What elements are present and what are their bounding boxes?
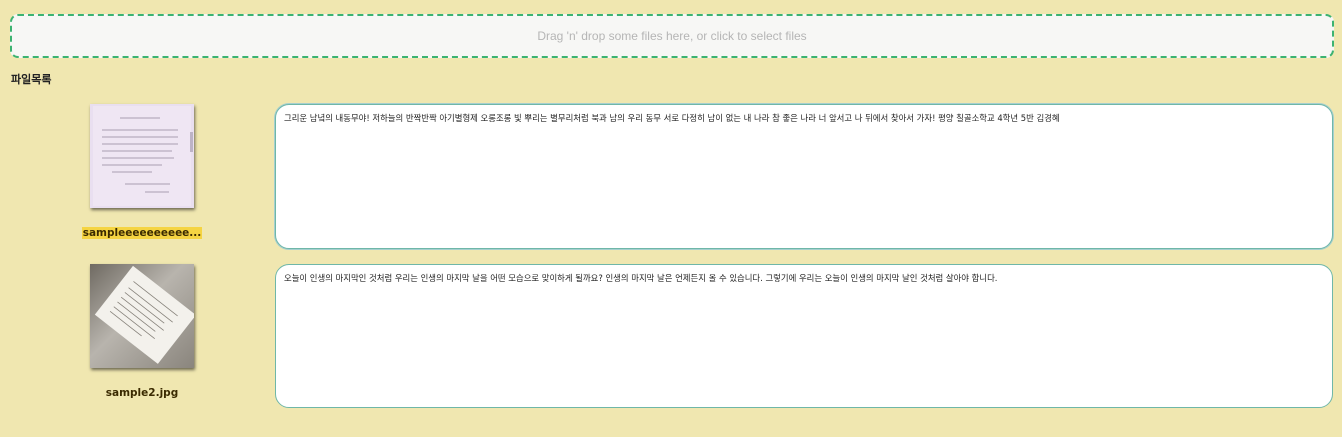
file-name: sampleeeeeeeeee... [81,227,203,239]
dropzone-label: Drag 'n' drop some files here, or click … [537,29,807,43]
file-dropzone[interactable]: Drag 'n' drop some files here, or click … [10,14,1334,58]
file-name: sample2.jpg [105,387,179,399]
book-page-photo-thumbnail-icon[interactable] [90,264,194,368]
ocr-text-input[interactable]: 오늘이 인생의 마지막인 것처럼 우리는 인생의 마지막 날을 어떤 모습으로 … [275,264,1333,408]
ocr-text-input[interactable]: 그리운 남녘의 내동무야! 저하늘의 반짝반짝 아기별형제 오롱조롱 빛 뿌리는… [275,104,1333,249]
handwritten-poem-thumbnail-icon[interactable] [90,104,194,208]
file-list-title: 파일목록 [11,73,52,86]
